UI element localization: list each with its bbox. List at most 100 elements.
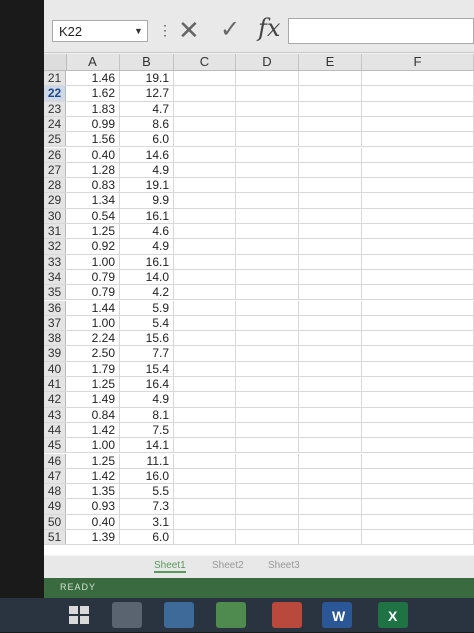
cell-empty[interactable] (299, 71, 362, 86)
start-icon[interactable] (64, 602, 94, 628)
cell-empty[interactable] (236, 254, 299, 269)
cell-a[interactable]: 2.24 (66, 331, 120, 346)
cell-a[interactable]: 1.34 (66, 193, 120, 208)
cell-b[interactable]: 5.9 (120, 300, 174, 315)
word-icon[interactable]: W (322, 602, 352, 628)
cell-b[interactable]: 16.0 (120, 468, 174, 484)
cell-empty[interactable] (362, 331, 474, 346)
cell-empty[interactable] (174, 346, 236, 361)
cell-a[interactable]: 1.79 (66, 361, 120, 376)
chrome-icon[interactable] (272, 602, 302, 628)
cell-b[interactable]: 4.9 (120, 392, 174, 407)
cell-empty[interactable] (174, 300, 236, 315)
cell-empty[interactable] (362, 315, 474, 331)
row-header[interactable]: 46 (44, 453, 66, 468)
cell-empty[interactable] (299, 300, 362, 315)
cell-a[interactable]: 2.50 (66, 346, 120, 361)
cell-empty[interactable] (174, 453, 236, 468)
cell-b[interactable]: 4.9 (120, 162, 174, 178)
cell-empty[interactable] (299, 377, 362, 392)
cell-empty[interactable] (236, 162, 299, 178)
row-header[interactable]: 26 (44, 147, 66, 162)
cell-empty[interactable] (299, 224, 362, 239)
cell-empty[interactable] (174, 392, 236, 407)
formula-input[interactable] (288, 18, 474, 44)
cell-empty[interactable] (299, 530, 362, 545)
cell-empty[interactable] (299, 514, 362, 529)
cell-empty[interactable] (299, 484, 362, 499)
row-header[interactable]: 40 (44, 361, 66, 376)
cell-empty[interactable] (299, 315, 362, 331)
cell-empty[interactable] (362, 468, 474, 484)
cell-b[interactable]: 4.2 (120, 285, 174, 300)
cell-empty[interactable] (174, 178, 236, 193)
cell-empty[interactable] (299, 285, 362, 300)
cell-a[interactable]: 1.44 (66, 300, 120, 315)
row-header[interactable]: 51 (44, 530, 66, 545)
cell-empty[interactable] (362, 132, 474, 147)
cell-empty[interactable] (236, 315, 299, 331)
cell-empty[interactable] (236, 346, 299, 361)
cell-b[interactable]: 15.6 (120, 331, 174, 346)
cell-empty[interactable] (299, 422, 362, 438)
cell-empty[interactable] (299, 239, 362, 254)
cell-empty[interactable] (299, 499, 362, 514)
cell-empty[interactable] (174, 285, 236, 300)
cell-b[interactable]: 14.1 (120, 438, 174, 453)
cell-b[interactable]: 5.5 (120, 484, 174, 499)
cell-empty[interactable] (236, 331, 299, 346)
cell-b[interactable]: 4.7 (120, 101, 174, 116)
row-header[interactable]: 35 (44, 285, 66, 300)
cell-empty[interactable] (236, 407, 299, 422)
cell-a[interactable]: 1.46 (66, 71, 120, 86)
cell-a[interactable]: 1.25 (66, 377, 120, 392)
cell-a[interactable]: 1.25 (66, 453, 120, 468)
column-header-c[interactable]: C (174, 54, 236, 70)
cell-b[interactable]: 16.1 (120, 254, 174, 269)
cell-empty[interactable] (174, 315, 236, 331)
cell-empty[interactable] (299, 331, 362, 346)
cell-empty[interactable] (236, 193, 299, 208)
cell-empty[interactable] (236, 71, 299, 86)
cell-a[interactable]: 1.00 (66, 254, 120, 269)
cell-empty[interactable] (236, 178, 299, 193)
cell-empty[interactable] (174, 132, 236, 147)
sheet-tab-1[interactable]: Sheet1 (154, 560, 186, 573)
cell-empty[interactable] (236, 514, 299, 529)
cell-a[interactable]: 1.62 (66, 86, 120, 101)
cell-a[interactable]: 1.83 (66, 101, 120, 116)
cell-empty[interactable] (174, 208, 236, 223)
cell-empty[interactable] (236, 484, 299, 499)
column-header-d[interactable]: D (236, 54, 299, 70)
insert-function-button[interactable]: fx (258, 14, 280, 42)
cell-empty[interactable] (362, 254, 474, 269)
cell-b[interactable]: 4.9 (120, 239, 174, 254)
cell-empty[interactable] (174, 269, 236, 285)
cell-a[interactable]: 1.56 (66, 132, 120, 147)
cell-empty[interactable] (236, 269, 299, 285)
cell-empty[interactable] (174, 86, 236, 101)
cell-a[interactable]: 0.79 (66, 285, 120, 300)
cell-empty[interactable] (174, 361, 236, 376)
cell-empty[interactable] (236, 224, 299, 239)
cell-empty[interactable] (236, 377, 299, 392)
column-header-f[interactable]: F (362, 54, 474, 70)
cell-empty[interactable] (362, 193, 474, 208)
file-explorer-icon[interactable] (112, 602, 142, 628)
row-header[interactable]: 32 (44, 239, 66, 254)
cell-b[interactable]: 7.3 (120, 499, 174, 514)
cell-empty[interactable] (236, 116, 299, 132)
cell-empty[interactable] (236, 147, 299, 162)
cell-a[interactable]: 1.42 (66, 468, 120, 484)
cell-empty[interactable] (362, 208, 474, 223)
cell-a[interactable]: 1.39 (66, 530, 120, 545)
row-header[interactable]: 39 (44, 346, 66, 361)
cell-empty[interactable] (362, 377, 474, 392)
cell-b[interactable]: 7.7 (120, 346, 174, 361)
cell-empty[interactable] (174, 162, 236, 178)
row-header[interactable]: 49 (44, 499, 66, 514)
cell-empty[interactable] (236, 132, 299, 147)
cell-empty[interactable] (362, 499, 474, 514)
row-header[interactable]: 43 (44, 407, 66, 422)
cell-empty[interactable] (174, 71, 236, 86)
